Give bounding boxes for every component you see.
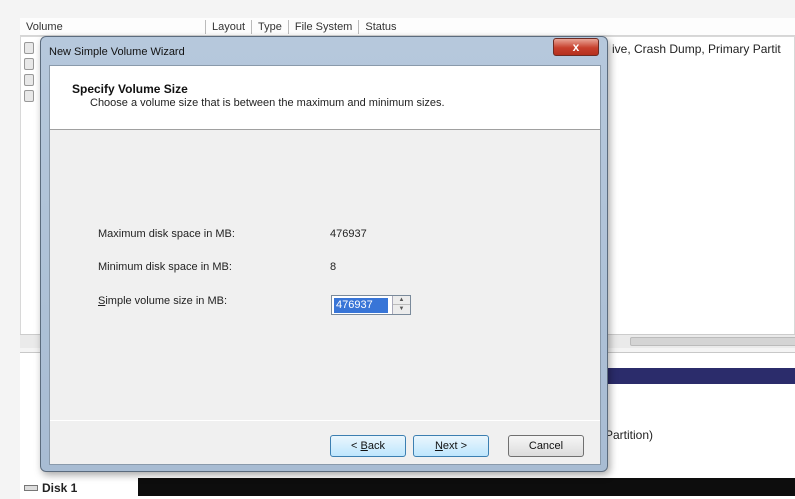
partition-header-bar (605, 368, 795, 384)
volume-size-input[interactable] (334, 298, 388, 313)
volume-size-spinner[interactable]: ▲ ▼ (331, 295, 411, 315)
disk-icon (24, 485, 38, 491)
volume-icons (24, 42, 34, 106)
wizard-subheading: Choose a volume size that is between the… (90, 97, 445, 109)
drive-icon (24, 74, 34, 86)
close-icon: x (572, 40, 580, 54)
volume-size-label: Simple volume size in MB: (98, 295, 227, 307)
back-button[interactable]: < Back (330, 435, 406, 457)
column-status[interactable]: Status (359, 20, 402, 34)
unallocated-bar[interactable] (138, 478, 795, 496)
close-button[interactable]: x (553, 38, 599, 56)
spin-up-button[interactable]: ▲ (393, 296, 410, 305)
wizard-heading: Specify Volume Size (72, 82, 188, 96)
next-access-key: N (434, 440, 443, 452)
next-button[interactable]: Next > (413, 435, 489, 457)
spin-down-button[interactable]: ▼ (393, 305, 410, 314)
disk-1-text: Disk 1 (42, 481, 78, 495)
volume-size-label-text: imple volume size in MB: (105, 295, 227, 307)
back-prefix: < (351, 440, 361, 452)
new-simple-volume-wizard: New Simple Volume Wizard x Specify Volum… (40, 36, 608, 472)
max-disk-space-value: 476937 (330, 228, 367, 240)
spinner-buttons: ▲ ▼ (392, 296, 410, 314)
min-disk-space-label: Minimum disk space in MB: (98, 261, 232, 273)
column-layout[interactable]: Layout (206, 19, 253, 34)
footer-divider (50, 420, 600, 421)
back-access-key: B (360, 440, 368, 452)
back-label: ack (367, 440, 385, 452)
title-bar[interactable]: New Simple Volume Wizard x (41, 37, 607, 65)
chevron-up-icon: ▲ (398, 297, 405, 303)
column-type[interactable]: Type (252, 19, 289, 34)
partition-text: Partition) (605, 428, 654, 442)
drive-icon (24, 58, 34, 70)
disk-1-label[interactable]: Disk 1 (24, 481, 77, 495)
wizard-client-area: Specify Volume Size Choose a volume size… (49, 65, 601, 465)
drive-icon (24, 42, 34, 54)
drive-icon (24, 90, 34, 102)
cancel-button[interactable]: Cancel (508, 435, 584, 457)
next-label: ext > (442, 440, 468, 452)
volume-list-header: Volume Layout Type File System Status (20, 18, 795, 36)
min-disk-space-value: 8 (330, 261, 337, 273)
scrollbar-thumb[interactable] (630, 337, 795, 346)
column-file-system[interactable]: File System (289, 19, 360, 34)
window-title: New Simple Volume Wizard (49, 46, 185, 58)
wizard-header: Specify Volume Size Choose a volume size… (50, 66, 600, 130)
column-volume[interactable]: Volume (20, 19, 206, 34)
volume-status-text: ive, Crash Dump, Primary Partit (612, 42, 781, 56)
chevron-down-icon: ▼ (398, 306, 405, 312)
max-disk-space-label: Maximum disk space in MB: (98, 228, 235, 240)
